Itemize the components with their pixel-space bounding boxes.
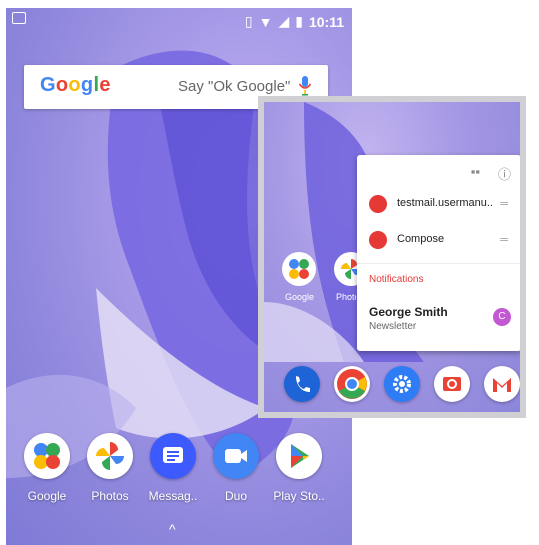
wifi-icon: ▼ <box>258 13 273 30</box>
signal-icon: ◢ <box>278 13 290 29</box>
messages-icon <box>150 433 196 479</box>
app-messages[interactable]: Messag.. <box>141 433 205 503</box>
app-play-store[interactable]: Play Sto.. <box>267 433 331 503</box>
inset-screen: Google Photos ▪▪ ⓘ testmail.usermanu.. ═… <box>264 102 520 412</box>
drag-handle-icon[interactable]: ═ <box>500 234 508 246</box>
app-photos[interactable]: Photos <box>78 433 142 503</box>
account-icon <box>369 195 387 213</box>
shortcut-label: Compose <box>397 233 445 245</box>
app-label: Photos <box>336 292 356 302</box>
shortcut-label: testmail.usermanu.. <box>397 197 493 209</box>
gmail-notification-icon <box>12 12 26 24</box>
app-label: Google <box>27 489 67 503</box>
drag-handle-icon[interactable]: ═ <box>500 198 508 210</box>
home-dock: Google Photos Messag.. Duo Play Sto.. <box>6 433 352 523</box>
notifications-header: Notifications <box>369 274 424 285</box>
status-bar: ▯ ▼ ◢ ▮ 10:11 <box>6 8 352 34</box>
google-folder-icon <box>24 433 70 479</box>
phone-icon[interactable] <box>284 366 320 402</box>
app-label: Messag.. <box>148 489 198 503</box>
app-info-icon[interactable]: ⓘ <box>498 164 511 183</box>
app-google-folder[interactable]: Google <box>15 433 79 503</box>
divider <box>357 263 520 264</box>
notification-avatar: C <box>493 308 511 326</box>
google-folder-icon[interactable] <box>282 252 316 286</box>
shortcut-account[interactable]: testmail.usermanu.. ═ <box>357 186 520 222</box>
app-label: Play Sto.. <box>273 489 325 503</box>
search-hint: Say "Ok Google" <box>178 78 291 95</box>
play-store-icon <box>276 433 322 479</box>
photos-icon <box>87 433 133 479</box>
app-label: Photos <box>91 489 129 503</box>
app-label: Google <box>285 292 315 302</box>
notification-title[interactable]: George Smith <box>369 305 448 319</box>
vibrate-icon: ▯ <box>244 13 253 29</box>
app-drawer-chevron-icon[interactable]: ^ <box>169 521 176 537</box>
app-duo[interactable]: Duo <box>204 433 268 503</box>
notification-subtitle: Newsletter <box>369 321 417 332</box>
duo-icon <box>213 433 259 479</box>
app-label: Duo <box>224 489 247 503</box>
settings-icon[interactable] <box>384 366 420 402</box>
widgets-icon[interactable]: ▪▪ <box>471 164 480 183</box>
google-logo: Google <box>40 74 111 96</box>
battery-icon: ▮ <box>295 13 303 29</box>
app-shortcuts-popup: ▪▪ ⓘ testmail.usermanu.. ═ Compose ═ Not… <box>357 155 520 351</box>
zoom-inset: Google Photos ▪▪ ⓘ testmail.usermanu.. ═… <box>258 96 526 418</box>
camera-icon[interactable] <box>434 366 470 402</box>
compose-icon <box>369 231 387 249</box>
shortcut-compose[interactable]: Compose ═ <box>357 222 520 258</box>
clock: 10:11 <box>308 13 344 30</box>
chrome-icon[interactable] <box>334 366 370 402</box>
microphone-icon[interactable] <box>298 75 312 97</box>
gmail-icon[interactable] <box>484 366 520 402</box>
